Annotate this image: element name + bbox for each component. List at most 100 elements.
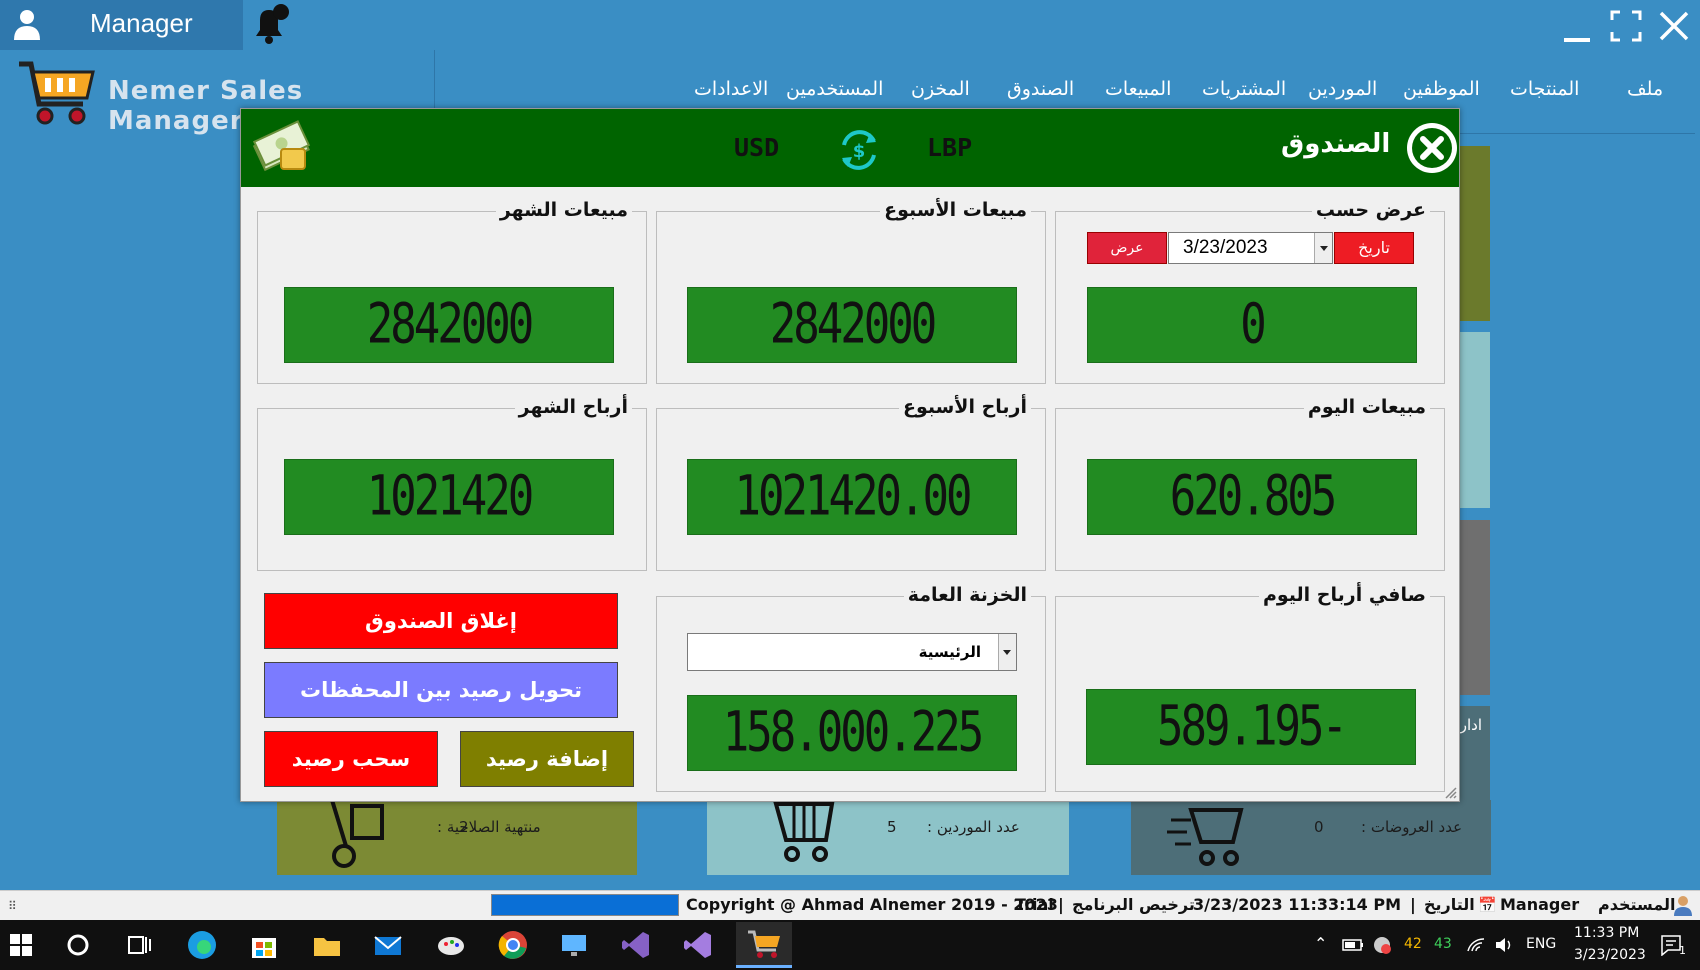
- treasury-panel: الخزنة العامة الرئيسية 158.000.225: [656, 584, 1046, 792]
- svg-text:$: $: [853, 141, 866, 162]
- cpu-temp: 42: [1404, 936, 1422, 952]
- calendar-icon: 📅: [1478, 896, 1497, 914]
- bg-expired-card[interactable]: منتهية الصلاحية : 2: [277, 800, 637, 875]
- chrome-icon[interactable]: [496, 928, 530, 962]
- battery-icon[interactable]: [1342, 936, 1364, 954]
- warning-icon[interactable]: [1372, 935, 1392, 955]
- maximize-icon[interactable]: [1608, 8, 1644, 44]
- month-profit-label: أرباح الشهر: [514, 396, 632, 418]
- date-button[interactable]: تاريخ: [1334, 232, 1414, 264]
- week-profit-label: أرباح الأسبوع: [898, 396, 1031, 418]
- minimize-icon[interactable]: [1560, 8, 1596, 44]
- keyboard-language[interactable]: ENG: [1526, 936, 1556, 952]
- currency-exchange-icon[interactable]: $: [836, 127, 882, 173]
- bell-icon[interactable]: [246, 2, 292, 46]
- hand-truck-icon: [330, 800, 384, 868]
- week-profit-display: 1021420.00: [687, 459, 1017, 535]
- week-profit-panel: أرباح الأسبوع 1021420.00: [656, 396, 1046, 571]
- windows-start-icon[interactable]: [4, 928, 38, 962]
- view-by-panel: عرض حسب تاريخ 3/23/2023 عرض 0: [1055, 199, 1445, 384]
- taskbar-active-app[interactable]: [736, 922, 792, 968]
- menu-suppliers[interactable]: الموردين: [1308, 78, 1377, 100]
- clock-date[interactable]: 3/23/2023: [1574, 947, 1646, 963]
- close-icon[interactable]: [1405, 121, 1459, 175]
- cart-gear-icon: [1167, 808, 1244, 866]
- gpu-temp: 43: [1434, 936, 1452, 952]
- menu-users[interactable]: المستخدمين: [786, 78, 883, 100]
- separator: |: [1058, 895, 1064, 914]
- currency-usd[interactable]: USD: [734, 133, 779, 162]
- visual-studio-2-icon[interactable]: [681, 928, 715, 962]
- paint-icon[interactable]: [434, 928, 468, 962]
- user-name: Manager: [90, 8, 193, 38]
- net-day-profit-label: صافي أرباح اليوم: [1258, 584, 1430, 606]
- clock-time[interactable]: 11:33 PM: [1574, 925, 1639, 941]
- treasury-display: 158.000.225: [687, 695, 1017, 771]
- separator: |: [1410, 895, 1416, 914]
- treasury-select-value: الرئيسية: [918, 643, 981, 661]
- dialog-title: الصندوق: [1281, 129, 1391, 159]
- week-sales-label: مبيعات الأسبوع: [880, 199, 1031, 221]
- bg-offers-card[interactable]: عدد العروضات : 0: [1131, 800, 1491, 875]
- date-picker[interactable]: 3/23/2023: [1168, 232, 1333, 264]
- month-sales-panel: مبيعات الشهر 2842000: [257, 199, 647, 384]
- close-cashbox-button[interactable]: إغلاق الصندوق: [264, 593, 618, 649]
- month-profit-display: 1021420: [284, 459, 614, 535]
- status-user-value: Manager: [1500, 895, 1580, 914]
- basket-icon: [773, 802, 835, 862]
- file-explorer-icon[interactable]: [310, 928, 344, 962]
- menu-file[interactable]: ملف: [1627, 78, 1663, 100]
- volume-icon[interactable]: [1494, 935, 1514, 955]
- treasury-select[interactable]: الرئيسية: [687, 633, 1017, 671]
- close-window-icon[interactable]: [1656, 8, 1692, 44]
- remote-desktop-icon[interactable]: [557, 928, 591, 962]
- mail-icon[interactable]: [371, 928, 405, 962]
- withdraw-balance-button[interactable]: سحب رصيد: [264, 731, 438, 787]
- week-sales-panel: مبيعات الأسبوع 2842000: [656, 199, 1046, 384]
- resize-grip-icon[interactable]: [1443, 785, 1457, 799]
- menu-cashbox[interactable]: الصندوق: [1007, 78, 1074, 100]
- progress-bar: [491, 894, 679, 916]
- treasury-label: الخزنة العامة: [903, 584, 1031, 606]
- bg-expired-label: منتهية الصلاحية :: [437, 818, 541, 836]
- visual-studio-icon[interactable]: [619, 928, 653, 962]
- menu-settings[interactable]: الاعدادات: [694, 78, 768, 100]
- chevron-down-icon[interactable]: [1314, 233, 1332, 263]
- day-sales-display: 620.805: [1087, 459, 1417, 535]
- menu-products[interactable]: المنتجات: [1510, 78, 1579, 100]
- task-view-icon[interactable]: [122, 928, 156, 962]
- notification-count: 1: [1679, 944, 1686, 957]
- menu-purchases[interactable]: المشتريات: [1202, 78, 1286, 100]
- net-day-profit-display: 589.195-: [1086, 689, 1416, 765]
- dialog-header: USD $ LBP الصندوق: [241, 109, 1459, 187]
- main-menu: ملف المنتجات الموظفين الموردين المشتريات…: [5, 78, 1695, 108]
- store-icon[interactable]: [247, 928, 281, 962]
- bg-suppliers-card[interactable]: عدد الموردين : 5: [707, 800, 1069, 875]
- chevron-down-icon[interactable]: [998, 634, 1016, 670]
- currency-lbp[interactable]: LBP: [927, 133, 972, 162]
- add-balance-button[interactable]: إضافة رصيد: [460, 731, 634, 787]
- day-sales-panel: مبيعات اليوم 620.805: [1055, 396, 1445, 571]
- menu-sales[interactable]: المبيعات: [1105, 78, 1171, 100]
- filtered-sales-display: 0: [1087, 287, 1417, 363]
- show-button[interactable]: عرض: [1087, 232, 1167, 264]
- menu-employees[interactable]: الموظفين: [1403, 78, 1480, 100]
- tray-chevron-up-icon[interactable]: ⌃: [1314, 934, 1327, 953]
- title-bar: Manager: [0, 0, 1700, 50]
- wifi-icon[interactable]: [1466, 935, 1486, 955]
- license-label: ترخيص البرنامج: [1072, 895, 1195, 914]
- week-sales-display: 2842000: [687, 287, 1017, 363]
- bg-offers-value: 0: [1314, 818, 1324, 836]
- edge-icon[interactable]: [185, 928, 219, 962]
- bg-offers-label: عدد العروضات :: [1361, 818, 1463, 836]
- transfer-balance-button[interactable]: تحويل رصيد بين المحفظات: [264, 662, 618, 718]
- user-block[interactable]: Manager: [0, 0, 243, 50]
- month-profit-panel: أرباح الشهر 1021420: [257, 396, 647, 571]
- month-sales-label: مبيعات الشهر: [495, 199, 632, 221]
- cashbox-dialog: USD $ LBP الصندوق عرض حسب تاريخ 3/23/202…: [240, 108, 1460, 802]
- search-circle-icon[interactable]: [61, 928, 95, 962]
- copyright-text: Copyright @ Ahmad Alnemer 2019 - 2023: [686, 895, 1058, 914]
- bg-admin-fragment: ادار: [1459, 716, 1482, 734]
- menu-inventory[interactable]: المخزن: [911, 78, 970, 100]
- bg-suppliers-label: عدد الموردين :: [927, 818, 1020, 836]
